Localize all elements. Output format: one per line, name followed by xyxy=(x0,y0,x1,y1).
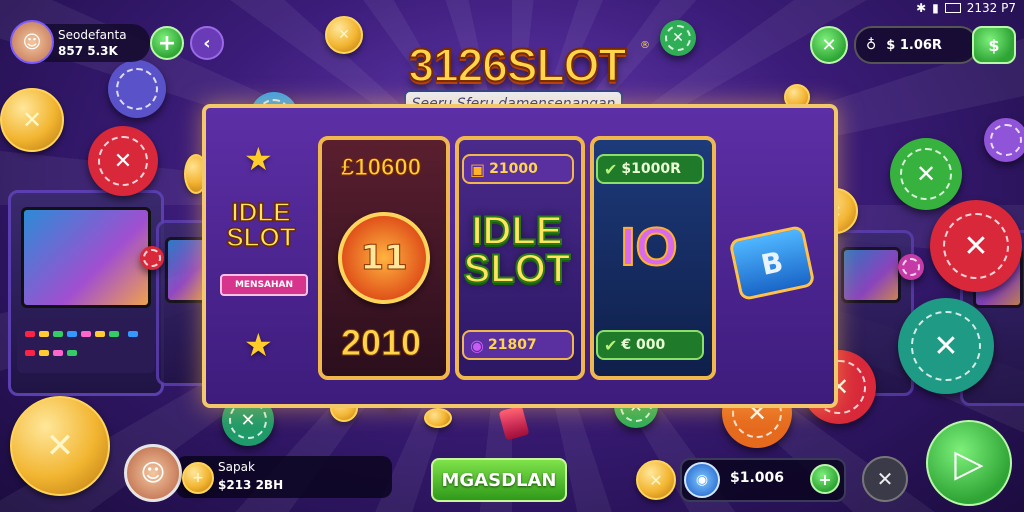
chip-decoration: ✕ xyxy=(890,138,962,210)
chip-decoration xyxy=(108,60,166,118)
coin-decoration: ✕ xyxy=(0,88,64,152)
coin-decoration: ✕ xyxy=(10,396,110,496)
player-name: Sapak xyxy=(218,460,255,474)
reel-1-chip: 11 xyxy=(338,212,430,304)
signal-icon: ▮ xyxy=(932,1,939,15)
wallet-value: $1.006 xyxy=(730,470,785,486)
play-icon: ▷ xyxy=(954,441,984,485)
plus-icon: + xyxy=(157,30,177,56)
reel-2-top-tag: ▣ 21000 xyxy=(462,154,574,184)
treasure-chest-icon: ▣ xyxy=(470,159,486,179)
gem-chip-icon: ◉ xyxy=(470,335,484,355)
back-button[interactable]: ‹ xyxy=(190,26,224,60)
game-logo-title: 3126SLOT xyxy=(408,38,628,92)
avatar-face-icon: ☺ xyxy=(22,31,42,53)
chip-decoration xyxy=(140,246,164,270)
coin-decoration xyxy=(424,408,452,428)
spin-play-button[interactable]: ▷ xyxy=(926,420,1012,506)
battery-icon xyxy=(944,3,961,13)
status-time: 2132 P7 xyxy=(966,1,1016,15)
reel-3-center-symbol: IO xyxy=(619,216,678,278)
chip-decoration xyxy=(898,254,924,280)
top-right-balance-panel: ♁ $ 1.06R xyxy=(854,26,978,64)
player-coin-icon: + xyxy=(182,462,214,494)
reel-3-top-value: $1000R xyxy=(621,161,681,177)
top-left-balance: 857 5.3K xyxy=(58,44,118,58)
avatar-face-icon: ☺ xyxy=(140,459,166,487)
side-logo-line2: SLOT xyxy=(226,221,297,252)
arcade-machine-left xyxy=(8,190,164,396)
chip-decoration: ✕ xyxy=(930,200,1022,292)
chip-decoration: ✕ xyxy=(660,20,696,56)
reel-2-center-logo: IDLE SLOT xyxy=(456,209,578,291)
close-icon: ✕ xyxy=(876,467,894,491)
plus-icon: + xyxy=(818,469,832,489)
reel-3-bottom-tag: ✔ € 000 xyxy=(596,330,704,360)
side-logo-line1: IDLE xyxy=(231,197,292,227)
star-icon: ★ xyxy=(244,326,273,364)
logo-badge-icon: ® xyxy=(640,40,650,51)
coin-decoration: ✕ xyxy=(325,16,363,54)
star-icon: ★ xyxy=(244,140,273,178)
top-right-balance: $ 1.06R xyxy=(886,37,942,53)
chip-decoration: ✕ xyxy=(898,298,994,394)
currency-button[interactable]: $ xyxy=(972,26,1016,64)
close-icon: ✕ xyxy=(821,34,837,56)
reel-2-bottom-tag: ◉ 21807 xyxy=(462,330,574,360)
chevron-left-icon: ‹ xyxy=(203,32,211,54)
reel-2-center-line1: IDLE xyxy=(470,209,563,253)
avatar[interactable]: ☺ xyxy=(10,20,54,64)
bell-icon: ♁ xyxy=(866,37,877,53)
username: Seodefanta xyxy=(58,28,127,42)
main-action-button[interactable]: MGASDLAN xyxy=(431,458,567,502)
cash-icon: $ xyxy=(988,35,1000,55)
leaf-icon: ✔ xyxy=(604,159,618,179)
player-balance: $213 2BH xyxy=(218,478,284,492)
close-button[interactable]: ✕ xyxy=(810,26,848,64)
wallet-coin-icon: ✕ xyxy=(636,460,676,500)
notification-icon: ✱ xyxy=(916,1,927,15)
leaf-icon: ✔ xyxy=(604,335,618,355)
wallet-add-button[interactable]: + xyxy=(810,464,840,494)
side-logo-subtitle: MENSAHAN xyxy=(220,274,308,296)
cancel-button[interactable]: ✕ xyxy=(862,456,908,502)
wallet-globe-icon: ◉ xyxy=(684,462,720,498)
player-avatar[interactable]: ☺ xyxy=(124,444,182,502)
chip-decoration: ✕ xyxy=(88,126,158,196)
reel-2-bottom-value: 21807 xyxy=(487,337,537,353)
side-logo: IDLE SLOT xyxy=(218,197,304,252)
reel-1-chip-number: 11 xyxy=(360,238,408,279)
reel-1-top-value: £10600 xyxy=(340,154,422,182)
reel-2-center-line2: SLOT xyxy=(463,247,572,291)
reel-1-bottom-value: 2010 xyxy=(340,322,422,364)
reel-3-bottom-value: € 000 xyxy=(621,337,666,353)
status-bar: ✱ ▮ 2132 P7 xyxy=(886,0,1016,16)
chip-decoration xyxy=(984,118,1024,162)
reel-3-top-tag: ✔ $1000R xyxy=(596,154,704,184)
add-funds-button[interactable]: + xyxy=(150,26,184,60)
reel-2-top-value: 21000 xyxy=(489,161,538,177)
